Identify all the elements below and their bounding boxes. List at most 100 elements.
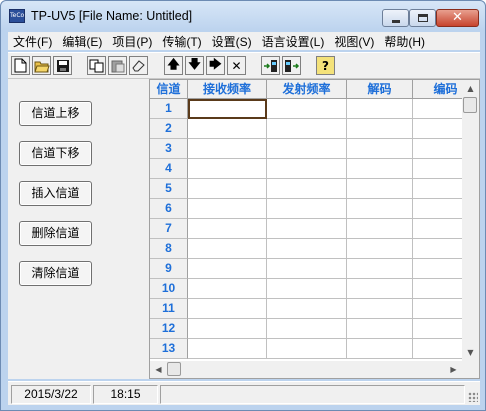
- rx-freq-cell[interactable]: [188, 339, 267, 359]
- move-right-button[interactable]: 🡆: [206, 56, 225, 75]
- decode-cell[interactable]: [347, 279, 413, 299]
- decode-cell[interactable]: [347, 119, 413, 139]
- copy-button[interactable]: [87, 56, 106, 75]
- decode-cell[interactable]: [347, 179, 413, 199]
- decode-cell[interactable]: [347, 339, 413, 359]
- decode-cell[interactable]: [347, 319, 413, 339]
- move-up-button[interactable]: 🡅: [164, 56, 183, 75]
- rx-freq-cell[interactable]: [188, 119, 267, 139]
- tx-freq-cell[interactable]: [267, 259, 347, 279]
- menu-language[interactable]: 语言设置(L): [257, 33, 330, 50]
- column-header-decode[interactable]: 解码: [347, 80, 413, 99]
- menu-file[interactable]: 文件(F): [8, 33, 57, 50]
- rx-freq-cell[interactable]: [188, 159, 267, 179]
- rx-freq-cell[interactable]: [188, 279, 267, 299]
- open-button[interactable]: [32, 56, 51, 75]
- decode-cell[interactable]: [347, 99, 413, 119]
- read-radio-button[interactable]: [261, 56, 280, 75]
- row-number[interactable]: 10: [150, 279, 188, 299]
- horizontal-scrollbar[interactable]: ◀ ▶: [150, 361, 462, 378]
- vertical-scrollbar[interactable]: ▲ ▼: [462, 80, 479, 361]
- resize-grip-icon[interactable]: [468, 392, 478, 402]
- menu-help[interactable]: 帮助(H): [379, 33, 430, 50]
- write-radio-button[interactable]: [282, 56, 301, 75]
- tx-freq-cell[interactable]: [267, 199, 347, 219]
- maximize-button[interactable]: [409, 9, 436, 27]
- insert-channel-button[interactable]: 插入信道: [19, 181, 92, 206]
- delete-channel-button[interactable]: 删除信道: [19, 221, 92, 246]
- scroll-corner: [462, 361, 479, 378]
- row-number[interactable]: 5: [150, 179, 188, 199]
- tx-freq-cell[interactable]: [267, 219, 347, 239]
- decode-cell[interactable]: [347, 139, 413, 159]
- window-title: TP-UV5 [File Name: Untitled]: [31, 9, 193, 23]
- horizontal-scroll-thumb[interactable]: [167, 362, 181, 376]
- vertical-scroll-thumb[interactable]: [463, 97, 477, 113]
- row-number[interactable]: 1: [150, 99, 188, 119]
- decode-cell[interactable]: [347, 239, 413, 259]
- row-number[interactable]: 2: [150, 119, 188, 139]
- tx-freq-cell[interactable]: [267, 179, 347, 199]
- table-row: 12: [150, 319, 479, 339]
- tx-freq-cell[interactable]: [267, 159, 347, 179]
- tx-freq-cell[interactable]: [267, 119, 347, 139]
- scroll-up-arrow-icon[interactable]: ▲: [462, 80, 479, 97]
- tx-freq-cell[interactable]: [267, 139, 347, 159]
- row-number[interactable]: 4: [150, 159, 188, 179]
- row-number[interactable]: 3: [150, 139, 188, 159]
- rx-freq-cell[interactable]: [188, 259, 267, 279]
- move-down-button[interactable]: 🡇: [185, 56, 204, 75]
- scroll-left-arrow-icon[interactable]: ◀: [150, 361, 167, 378]
- tx-freq-cell[interactable]: [267, 319, 347, 339]
- rx-freq-cell[interactable]: [188, 139, 267, 159]
- decode-cell[interactable]: [347, 299, 413, 319]
- column-header-tx-freq[interactable]: 发射频率: [267, 80, 347, 99]
- title-bar[interactable]: TeCo TP-UV5 [File Name: Untitled] ✕: [1, 1, 485, 31]
- row-number[interactable]: 11: [150, 299, 188, 319]
- eraser-button[interactable]: [129, 56, 148, 75]
- rx-freq-cell[interactable]: [188, 179, 267, 199]
- menu-transfer[interactable]: 传输(T): [157, 33, 206, 50]
- column-header-channel[interactable]: 信道: [150, 80, 188, 99]
- row-number[interactable]: 6: [150, 199, 188, 219]
- rx-freq-cell[interactable]: [188, 239, 267, 259]
- scroll-down-arrow-icon[interactable]: ▼: [462, 344, 479, 361]
- close-button[interactable]: ✕: [436, 9, 479, 27]
- decode-cell[interactable]: [347, 159, 413, 179]
- scroll-right-arrow-icon[interactable]: ▶: [445, 361, 462, 378]
- tx-freq-cell[interactable]: [267, 299, 347, 319]
- clear-channel-button[interactable]: 清除信道: [19, 261, 92, 286]
- help-button[interactable]: ?: [316, 56, 335, 75]
- column-header-rx-freq[interactable]: 接收频率: [188, 80, 267, 99]
- move-channel-down-button[interactable]: 信道下移: [19, 141, 92, 166]
- row-number[interactable]: 13: [150, 339, 188, 359]
- delete-button[interactable]: ✕: [227, 56, 246, 75]
- row-number[interactable]: 9: [150, 259, 188, 279]
- tx-freq-cell[interactable]: [267, 279, 347, 299]
- decode-cell[interactable]: [347, 259, 413, 279]
- row-number[interactable]: 7: [150, 219, 188, 239]
- menu-settings[interactable]: 设置(S): [207, 33, 257, 50]
- tx-freq-cell[interactable]: [267, 239, 347, 259]
- menu-edit[interactable]: 编辑(E): [57, 33, 107, 50]
- tx-freq-cell[interactable]: [267, 99, 347, 119]
- row-number[interactable]: 12: [150, 319, 188, 339]
- minimize-button[interactable]: [382, 9, 409, 27]
- move-channel-up-button[interactable]: 信道上移: [19, 101, 92, 126]
- table-row: 7: [150, 219, 479, 239]
- rx-freq-cell[interactable]: [188, 199, 267, 219]
- rx-freq-cell[interactable]: [188, 319, 267, 339]
- rx-freq-cell[interactable]: [188, 219, 267, 239]
- decode-cell[interactable]: [347, 219, 413, 239]
- rx-freq-cell[interactable]: [188, 299, 267, 319]
- new-file-button[interactable]: [11, 56, 30, 75]
- paste-button[interactable]: [108, 56, 127, 75]
- decode-cell[interactable]: [347, 199, 413, 219]
- channel-grid: 信道 接收频率 发射频率 解码 编码 1 2 3 4 5 6 7 8 9 10 …: [149, 79, 480, 379]
- menu-view[interactable]: 视图(V): [329, 33, 379, 50]
- tx-freq-cell[interactable]: [267, 339, 347, 359]
- save-button[interactable]: [53, 56, 72, 75]
- menu-project[interactable]: 项目(P): [107, 33, 157, 50]
- row-number[interactable]: 8: [150, 239, 188, 259]
- rx-freq-cell[interactable]: [188, 99, 267, 119]
